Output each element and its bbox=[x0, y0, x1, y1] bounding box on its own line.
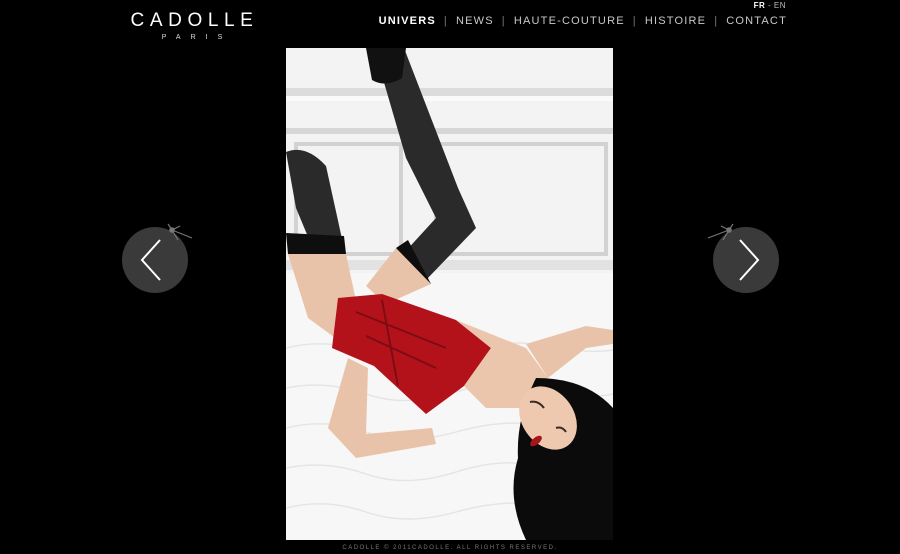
nav-item-univers[interactable]: UNIVERS bbox=[379, 15, 436, 27]
main-nav: UNIVERS | NEWS | HAUTE-COUTURE | HISTOIR… bbox=[379, 15, 787, 27]
language-switcher: FR - EN bbox=[754, 1, 786, 10]
chevron-right-icon bbox=[707, 223, 779, 293]
language-en[interactable]: EN bbox=[774, 1, 786, 10]
nav-divider: | bbox=[443, 15, 448, 27]
language-separator: - bbox=[767, 1, 772, 10]
gallery-photo bbox=[286, 48, 613, 540]
nav-item-histoire[interactable]: HISTOIRE bbox=[645, 15, 706, 27]
next-button[interactable] bbox=[704, 220, 784, 300]
nav-item-haute-couture[interactable]: HAUTE-COUTURE bbox=[514, 15, 625, 27]
footer-copyright: CADOLLE © 2011CADOLLE. ALL RIGHTS RESERV… bbox=[342, 545, 558, 551]
chevron-left-icon bbox=[122, 223, 193, 293]
brand-city: PARIS bbox=[161, 34, 233, 41]
nav-divider: | bbox=[714, 15, 719, 27]
nav-divider: | bbox=[632, 15, 637, 27]
brand-name: CADOLLE bbox=[130, 10, 259, 31]
brand-logo[interactable]: CADOLLE PARIS bbox=[116, 10, 268, 43]
prev-button[interactable] bbox=[120, 220, 200, 300]
nav-divider: | bbox=[501, 15, 506, 27]
language-fr[interactable]: FR bbox=[754, 1, 766, 10]
nav-item-news[interactable]: NEWS bbox=[456, 15, 494, 27]
nav-item-contact[interactable]: CONTACT bbox=[726, 15, 787, 27]
